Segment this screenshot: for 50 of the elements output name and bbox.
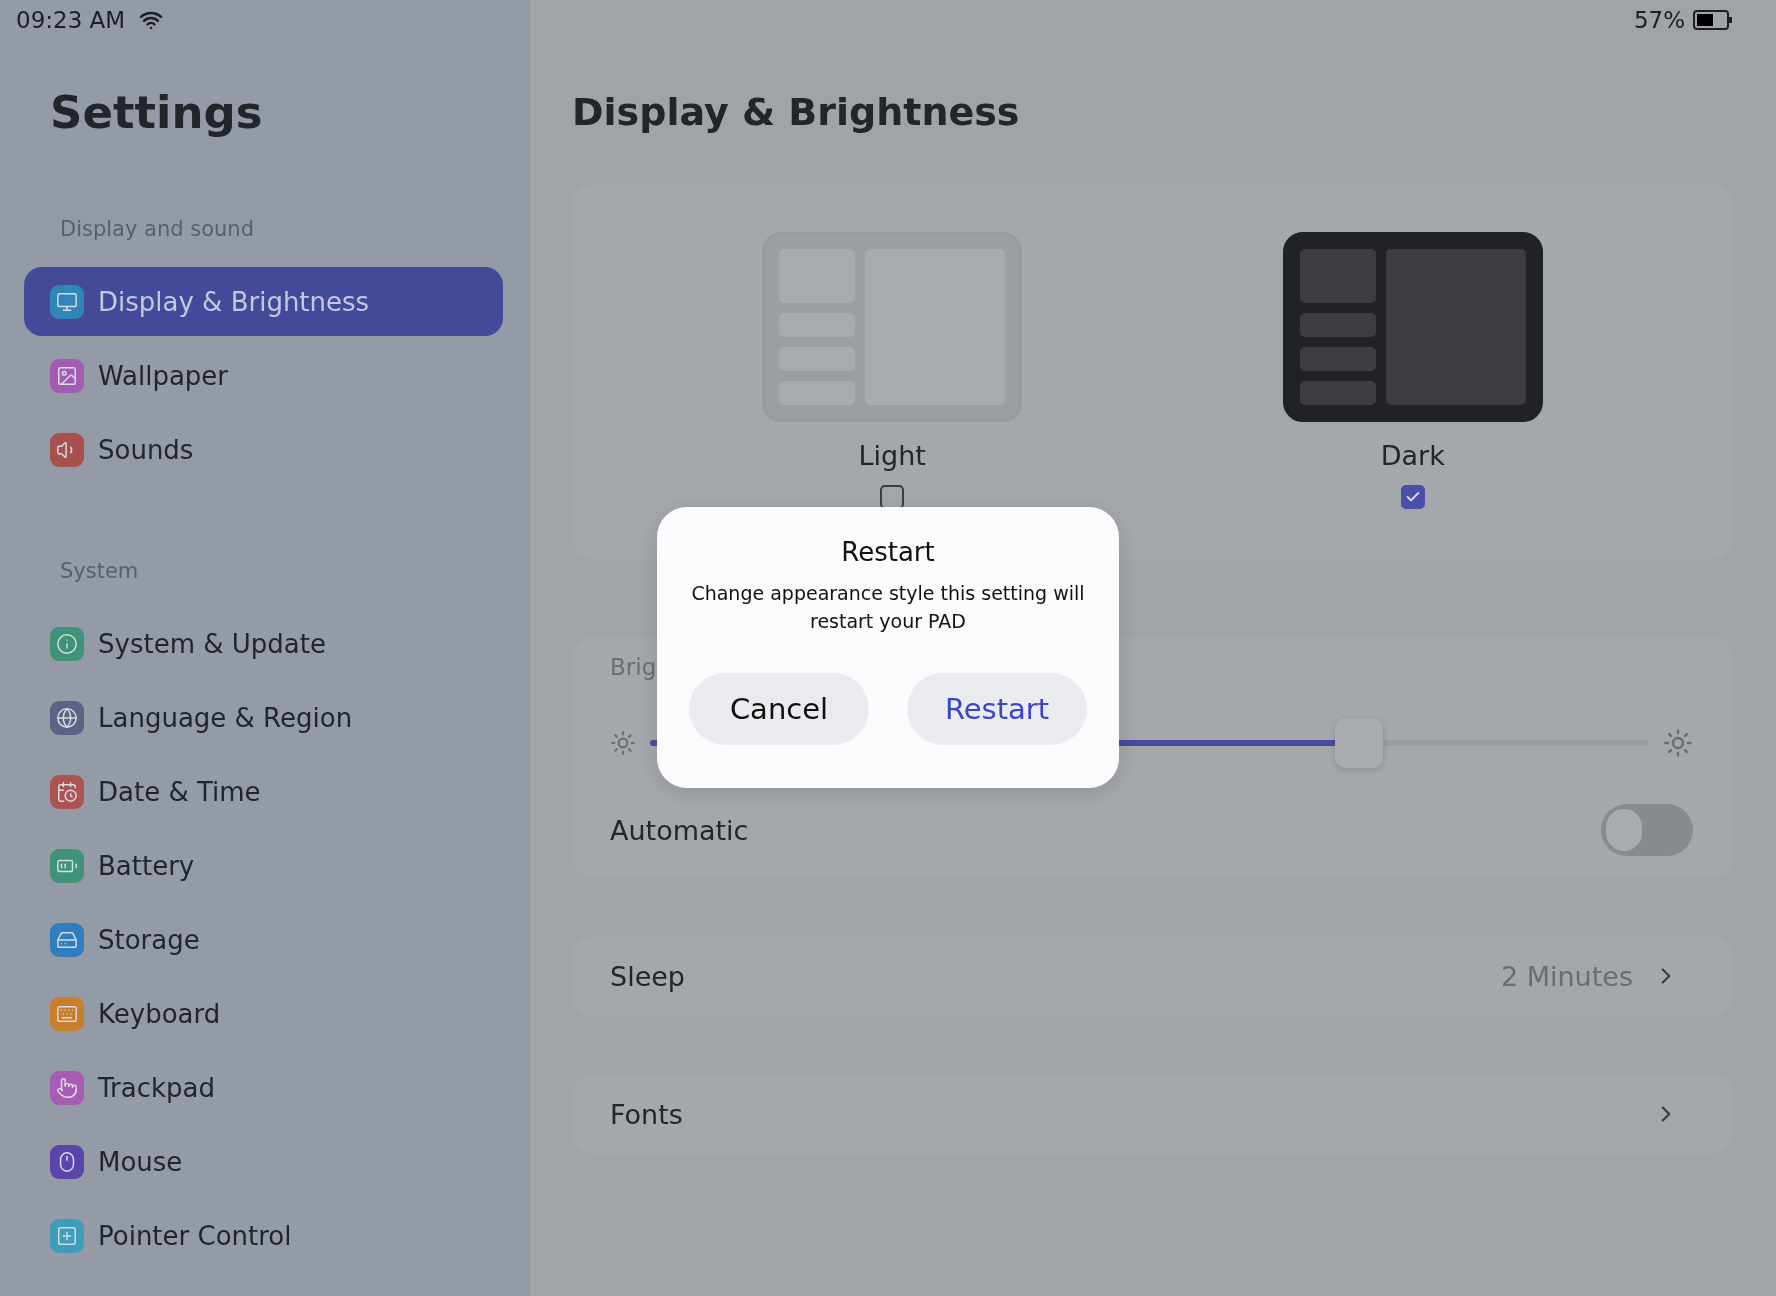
sidebar-item[interactable]: Trackpad [24,1053,503,1122]
sidebar-item[interactable]: Display & Brightness [24,267,503,336]
sun-large-icon [1663,728,1693,758]
sun-small-icon [610,730,636,756]
sidebar-item-label: Storage [98,924,200,955]
sidebar-item-label: Keyboard [98,998,221,1029]
row-value: 2 Minutes [1500,960,1633,992]
battery-icon [1693,9,1733,31]
row-label: Fonts [610,1098,683,1130]
sidebar-item-label: Date & Time [98,776,261,807]
sidebar-item[interactable]: Language & Region [24,683,503,752]
sidebar-item[interactable]: Mouse [24,1127,503,1196]
automatic-toggle[interactable] [1601,804,1693,856]
dialog-message: Change appearance style this setting will restart your PAD [690,581,1086,634]
sidebar-item-label: Wallpaper [98,360,229,391]
sidebar-item-label: Battery [98,850,195,881]
section-heading: Display and sound [60,217,255,241]
sidebar-item[interactable]: Wallpaper [24,341,503,410]
theme-checkbox[interactable] [1400,485,1425,509]
sidebar-item-label: Language & Region [98,702,353,733]
sidebar-item[interactable]: Storage [24,905,503,974]
settings-row[interactable]: Fonts [572,1074,1733,1154]
cancel-button[interactable]: Cancel [689,673,869,745]
sidebar-title: Settings [50,86,264,139]
section-heading: System [60,559,140,583]
theme-label: Dark [1380,440,1445,471]
brightness-label: Brig [610,654,657,680]
restart-button[interactable]: Restart [907,673,1087,745]
sidebar-item[interactable]: Pointer Control [24,1201,503,1270]
sidebar-item-label: Pointer Control [98,1220,292,1251]
sidebar-item-label: Trackpad [98,1072,215,1103]
theme-preview[interactable] [1282,232,1543,422]
slider-thumb[interactable] [1335,718,1384,768]
automatic-label: Automatic [610,814,749,846]
sidebar-item-label: Sounds [98,434,194,465]
theme-label: Light [858,440,926,471]
sidebar-item[interactable]: Date & Time [24,757,503,826]
row-label: Sleep [610,960,685,992]
sidebar-item[interactable]: Battery [24,831,503,900]
dialog-title: Restart [841,537,935,567]
sidebar-item-label: Display & Brightness [98,286,370,317]
sidebar-item-label: System & Update [98,628,326,659]
battery-percentage: 57% [1633,7,1685,33]
sidebar-item[interactable]: System & Update [24,609,503,678]
settings-row[interactable]: Sleep 2 Minutes [572,936,1733,1016]
status-time: 09:23 AM [16,7,126,33]
sidebar-item-label: Mouse [98,1146,183,1177]
sidebar-item[interactable]: Sounds [24,415,503,484]
sidebar-item[interactable]: Keyboard [24,979,503,1048]
page-title: Display & Brightness [572,90,1021,134]
